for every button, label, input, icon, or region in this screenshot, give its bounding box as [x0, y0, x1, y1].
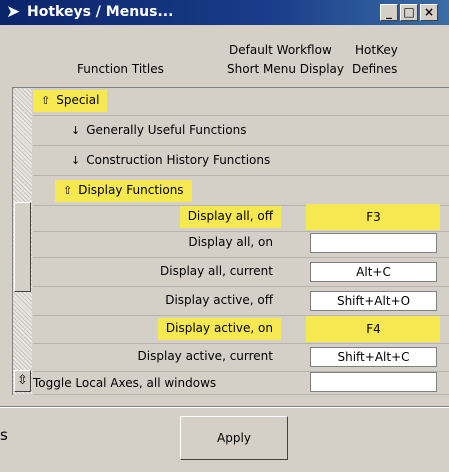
maximize-button[interactable]: □ [400, 4, 418, 21]
window-title: Hotkeys / Menus... [27, 4, 174, 20]
function-label: Display active, off [165, 293, 273, 307]
expand-down-icon: ↓ [71, 124, 81, 137]
section-row-construction-history[interactable]: ↓ Construction History Functions [33, 146, 449, 176]
section-label: Generally Useful Functions [86, 123, 247, 137]
hotkeys-menus-window: ➤ Hotkeys / Menus... _ □ × Function Titl… [0, 0, 449, 472]
hotkey-field[interactable]: Shift+Alt+C [310, 347, 437, 367]
hotkey-field[interactable]: F4 [310, 319, 437, 339]
header-function-titles: Function Titles [77, 62, 164, 76]
section-label: Display Functions [78, 183, 184, 197]
header-defines: Defines [352, 62, 398, 76]
minimize-button[interactable]: _ [380, 4, 398, 21]
function-label: Display active, on [157, 318, 281, 340]
hotkey-field[interactable]: F3 [310, 207, 437, 227]
section-label-wrap[interactable]: ↓ Construction History Functions [63, 150, 278, 172]
hotkey-field[interactable]: Alt+C [310, 262, 437, 282]
close-button[interactable]: × [420, 4, 438, 21]
function-label: Display active, current [137, 349, 273, 363]
section-label: Special [56, 93, 100, 107]
header-short-menu-display: Short Menu Display [227, 62, 345, 76]
scroll-updown-icon[interactable]: ⇳ [14, 370, 31, 392]
collapse-up-icon: ⇧ [41, 94, 51, 107]
function-label: Display all, on [188, 235, 273, 249]
scrollbar-thumb[interactable] [14, 202, 31, 292]
side-text: s [0, 426, 8, 444]
section-label-wrap[interactable]: ⇧ Special [33, 90, 108, 112]
function-row[interactable]: Display active, current Shift+Alt+C [33, 342, 449, 372]
function-row[interactable]: Display all, on [33, 228, 449, 258]
hotkey-field[interactable] [310, 372, 437, 392]
apply-button[interactable]: Apply [180, 416, 288, 460]
expand-down-icon: ↓ [71, 154, 81, 167]
section-row-generally-useful[interactable]: ↓ Generally Useful Functions [33, 116, 449, 146]
section-label-wrap[interactable]: ⇧ Display Functions [55, 180, 192, 202]
function-label: Display all, off [179, 206, 281, 228]
header-hotkey: HotKey [355, 43, 398, 57]
function-row[interactable]: Display all, current Alt+C [33, 257, 449, 287]
section-row-special[interactable]: ⇧ Special [33, 86, 449, 116]
function-row[interactable]: Display active, on F4 [33, 314, 449, 344]
function-row[interactable]: Toggle Local Axes, all windows [33, 369, 449, 395]
title-bar[interactable]: ➤ Hotkeys / Menus... _ □ × [0, 0, 449, 25]
function-row[interactable]: Display active, off Shift+Alt+O [33, 286, 449, 316]
hotkey-field[interactable]: Shift+Alt+O [310, 291, 437, 311]
hotkey-field[interactable] [310, 233, 437, 253]
function-label: Display all, current [160, 264, 273, 278]
section-label-wrap[interactable]: ↓ Generally Useful Functions [63, 120, 254, 142]
arrow-right-icon: ➤ [6, 2, 21, 22]
collapse-up-icon: ⇧ [63, 184, 73, 197]
section-label: Construction History Functions [86, 153, 271, 167]
function-label: Toggle Local Axes, all windows [33, 376, 217, 390]
divider [0, 406, 449, 408]
column-headers: Function Titles Default Workflow Short M… [0, 25, 449, 87]
header-default-workflow: Default Workflow [229, 43, 332, 57]
